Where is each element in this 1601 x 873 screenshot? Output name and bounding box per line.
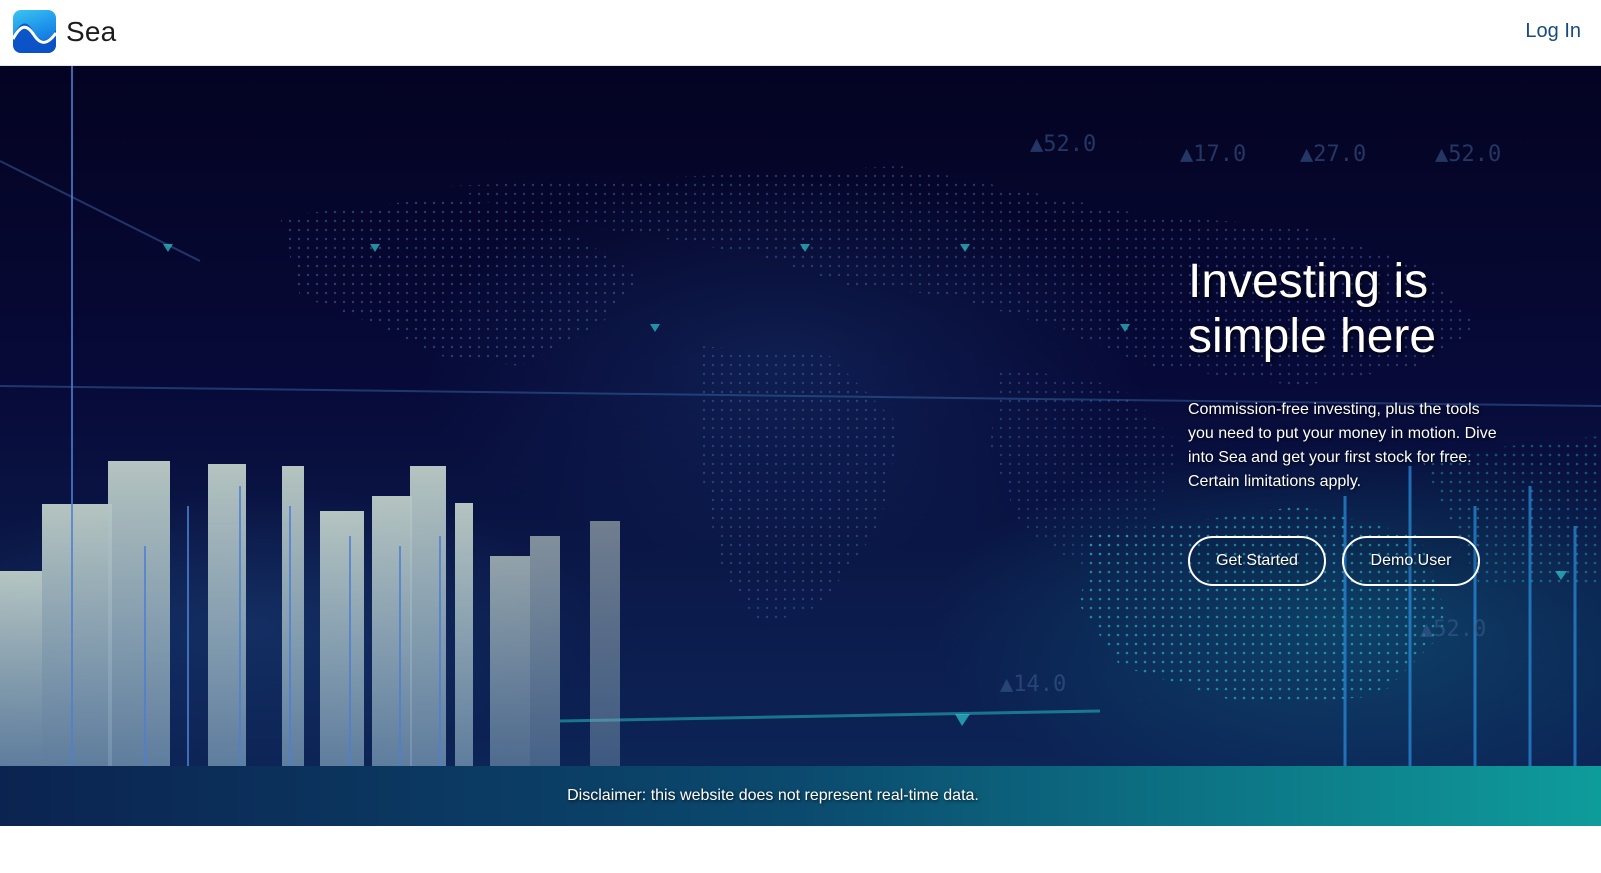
svg-text:▲52.0: ▲52.0 (1435, 142, 1501, 167)
login-link[interactable]: Log In (1525, 20, 1581, 43)
wave-icon (13, 10, 56, 53)
below-fold-section (0, 826, 1601, 873)
disclaimer-text: Disclaimer: this website does not repres… (567, 787, 979, 804)
disclaimer-banner: Disclaimer: this website does not repres… (0, 766, 1601, 826)
hero-content: Investing is simple here Commission-free… (1188, 254, 1518, 586)
hero-subtitle: Commission-free investing, plus the tool… (1188, 401, 1497, 490)
svg-text:▲52.0: ▲52.0 (1420, 617, 1486, 642)
svg-text:▲17.0: ▲17.0 (1180, 142, 1246, 167)
hero-buttons: Get Started Demo User (1188, 536, 1518, 586)
brand-logo[interactable]: Sea (13, 10, 116, 53)
svg-text:▲27.0: ▲27.0 (1300, 142, 1366, 167)
svg-text:▲52.0: ▲52.0 (1030, 132, 1096, 157)
navbar: Sea Log In (0, 0, 1601, 66)
get-started-button[interactable]: Get Started (1188, 536, 1326, 586)
hero-title: Investing is simple here (1188, 255, 1437, 363)
svg-text:▲14.0: ▲14.0 (1000, 672, 1066, 697)
brand-name: Sea (66, 15, 117, 47)
demo-user-button[interactable]: Demo User (1342, 536, 1480, 586)
hero-section: ▲52.0 ▲17.0 ▲27.0 ▲52.0 ▲14.0 ▲52.0 Inve… (0, 66, 1601, 766)
